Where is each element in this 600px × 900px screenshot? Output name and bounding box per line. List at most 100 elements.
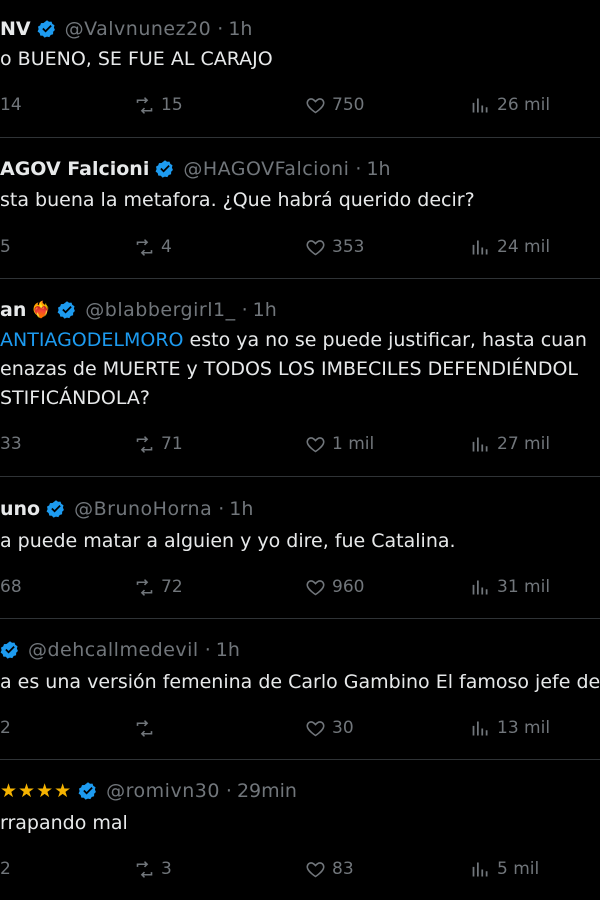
verified-badge-icon	[57, 301, 76, 319]
divider	[0, 759, 600, 760]
user-handle[interactable]: @Valvnunez20	[65, 17, 212, 41]
display-name[interactable]: ★★★★	[0, 779, 72, 803]
separator-dot: ·	[225, 780, 232, 802]
like-count: 353	[332, 237, 365, 257]
repost-icon	[136, 578, 153, 596]
tweet-text: a puede matar a alguien y yo dire, fue C…	[0, 527, 456, 556]
like-button[interactable]: 750	[305, 93, 364, 117]
view-count: 31 mil	[497, 577, 551, 597]
user-handle[interactable]: @dehcallmedevil	[28, 638, 199, 662]
view-count: 27 mil	[497, 434, 551, 454]
reply-button[interactable]: 68	[0, 575, 22, 599]
view-count: 13 mil	[497, 718, 551, 738]
tweet-text-line: enazas de MUERTE y TODOS LOS IMBECILES D…	[0, 358, 578, 380]
tweet-header: an ❤️‍🔥 @blabbergirl1_ · 1h	[0, 298, 277, 322]
tweet-actions: 2 3 83 5 mil	[0, 857, 600, 881]
repost-button[interactable]: 72	[134, 575, 183, 599]
repost-button[interactable]: 71	[134, 432, 183, 456]
repost-icon	[136, 719, 153, 737]
display-name[interactable]: AGOV Falcioni	[0, 157, 149, 181]
tweet-text-line: esto ya no se puede justificar, hasta cu…	[183, 329, 587, 351]
views-button[interactable]: 5 mil	[470, 857, 539, 881]
verified-badge-icon	[78, 782, 97, 800]
views-button[interactable]: 26 mil	[470, 93, 550, 117]
tweet-header: uno @BrunoHorna · 1h	[0, 497, 253, 521]
repost-button[interactable]: 4	[134, 235, 172, 259]
tweet-text: ANTIAGODELMORO esto ya no se puede justi…	[0, 326, 587, 413]
tweet-text: a es una versión femenina de Carlo Gambi…	[0, 668, 600, 697]
tweet-actions: 14 15 750 26 mil	[0, 93, 600, 117]
heart-icon	[306, 720, 325, 736]
tweet-text-line: rrapando mal	[0, 812, 128, 834]
tweet-header: ★★★★ @romivn30 · 29min	[0, 779, 297, 803]
like-count: 30	[332, 718, 354, 738]
like-button[interactable]: 1 mil	[305, 432, 374, 456]
user-handle[interactable]: @HAGOVFalcioni	[183, 157, 349, 181]
repost-icon	[136, 435, 153, 453]
timestamp[interactable]: 1h	[228, 17, 252, 41]
reply-count: 2	[0, 718, 11, 738]
tweet-text: o BUENO, SE FUE AL CARAJO	[0, 45, 273, 74]
tweet-actions: 5 4 353 24 mil	[0, 235, 600, 259]
like-count: 750	[332, 95, 365, 115]
like-button[interactable]: 960	[305, 575, 364, 599]
timestamp[interactable]: 1h	[216, 638, 240, 662]
timestamp[interactable]: 1h	[253, 298, 277, 322]
reply-button[interactable]: 14	[0, 93, 22, 117]
display-name[interactable]: NV	[0, 17, 31, 41]
display-name[interactable]: uno	[0, 497, 40, 521]
repost-icon	[136, 96, 153, 114]
views-icon	[472, 98, 488, 112]
timestamp[interactable]: 1h	[229, 497, 253, 521]
tweet-actions: 33 71 1 mil 27 mil	[0, 432, 600, 456]
repost-button[interactable]	[134, 716, 161, 740]
heart-icon	[306, 579, 325, 595]
views-button[interactable]: 31 mil	[470, 575, 550, 599]
divider	[0, 137, 600, 138]
divider	[0, 278, 600, 279]
views-button[interactable]: 13 mil	[470, 716, 550, 740]
repost-count: 3	[161, 859, 172, 879]
repost-button[interactable]: 15	[134, 93, 183, 117]
verified-badge-icon	[46, 500, 65, 518]
reply-button[interactable]: 5	[0, 235, 11, 259]
reply-count: 5	[0, 237, 11, 257]
user-handle[interactable]: @BrunoHorna	[74, 497, 212, 521]
like-button[interactable]: 83	[305, 857, 354, 881]
separator-dot: ·	[204, 639, 211, 661]
user-handle[interactable]: @blabbergirl1_	[85, 298, 235, 322]
repost-count: 15	[161, 95, 183, 115]
reply-button[interactable]: 2	[0, 857, 11, 881]
views-icon	[472, 240, 488, 254]
reply-button[interactable]: 2	[0, 716, 11, 740]
separator-dot: ·	[217, 18, 224, 40]
display-name[interactable]: an	[0, 298, 26, 322]
view-count: 26 mil	[497, 95, 551, 115]
views-button[interactable]: 24 mil	[470, 235, 550, 259]
verified-badge-icon	[155, 160, 174, 178]
reply-count: 2	[0, 859, 11, 879]
verified-badge-icon	[0, 641, 18, 659]
heart-icon	[306, 239, 325, 255]
tweet-header: AGOV Falcioni @HAGOVFalcioni · 1h	[0, 157, 391, 181]
like-button[interactable]: 353	[305, 235, 364, 259]
like-count: 960	[332, 577, 365, 597]
views-button[interactable]: 27 mil	[470, 432, 550, 456]
tweet-text-line: o BUENO, SE FUE AL CARAJO	[0, 48, 273, 70]
timestamp[interactable]: 1h	[366, 157, 390, 181]
view-count: 5 mil	[497, 859, 540, 879]
separator-dot: ·	[355, 158, 362, 180]
views-icon	[472, 437, 488, 451]
separator-dot: ·	[218, 498, 225, 520]
mention-link[interactable]: ANTIAGODELMORO	[0, 329, 184, 351]
repost-button[interactable]: 3	[134, 857, 172, 881]
reply-count: 68	[0, 577, 22, 597]
tweet-text: sta buena la metafora. ¿Que habrá querid…	[0, 186, 475, 215]
timestamp[interactable]: 29min	[237, 779, 297, 803]
repost-icon	[136, 860, 153, 878]
user-handle[interactable]: @romivn30	[106, 779, 220, 803]
view-count: 24 mil	[497, 237, 551, 257]
repost-count: 71	[161, 434, 183, 454]
like-button[interactable]: 30	[305, 716, 354, 740]
reply-button[interactable]: 33	[0, 432, 22, 456]
